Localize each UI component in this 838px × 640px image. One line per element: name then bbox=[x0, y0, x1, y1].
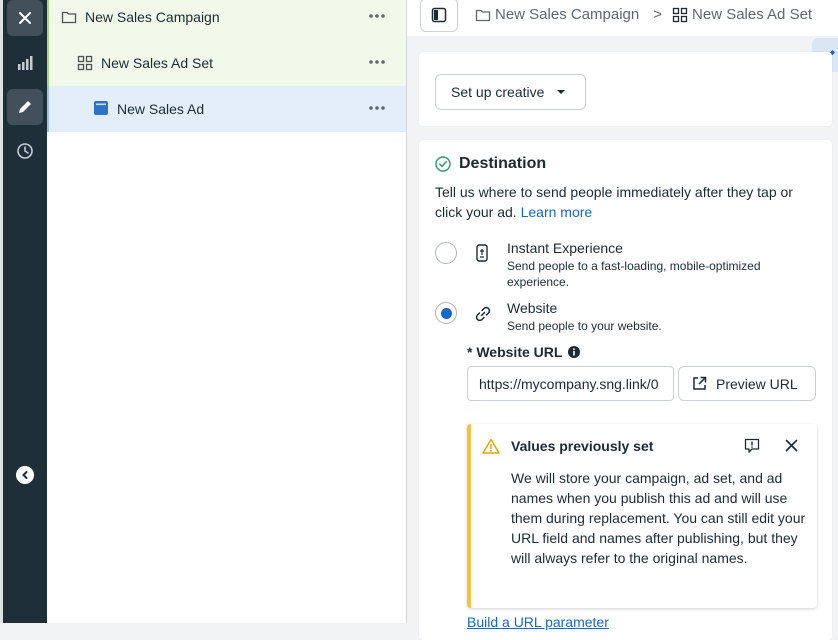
edit-button[interactable] bbox=[7, 89, 43, 125]
tree-item-adset[interactable]: New Sales Ad Set bbox=[47, 40, 406, 86]
caret-down-icon bbox=[557, 90, 566, 94]
link-icon bbox=[475, 306, 491, 322]
campaign-name: New Sales Campaign bbox=[85, 9, 220, 25]
feedback-icon[interactable] bbox=[744, 438, 760, 454]
breadcrumb-campaign[interactable]: New Sales Campaign bbox=[495, 6, 639, 23]
performance-button[interactable] bbox=[7, 45, 43, 81]
radio-selected-dot bbox=[440, 307, 452, 319]
destination-title: Destination bbox=[459, 155, 547, 172]
grid-icon bbox=[77, 55, 93, 71]
destination-description: Tell us where to send people immediately… bbox=[435, 182, 820, 222]
history-button[interactable] bbox=[7, 133, 43, 169]
close-icon[interactable] bbox=[785, 439, 798, 452]
tree-item-campaign[interactable]: New Sales Campaign bbox=[47, 0, 406, 40]
bar-chart-icon bbox=[18, 56, 33, 70]
set-up-creative-label: Set up creative bbox=[451, 84, 545, 100]
breadcrumb-separator: > bbox=[653, 6, 663, 23]
close-button[interactable] bbox=[7, 0, 43, 36]
grid-icon bbox=[672, 7, 688, 22]
instant-experience-radio[interactable] bbox=[435, 242, 457, 264]
website-subtitle: Send people to your website. bbox=[507, 319, 662, 333]
ad-name: New Sales Ad bbox=[117, 101, 205, 117]
sidebar-panel-icon bbox=[431, 7, 447, 23]
learn-more-link[interactable]: Learn more bbox=[521, 204, 593, 220]
collapse-button[interactable] bbox=[16, 466, 34, 484]
check-circle-icon bbox=[435, 156, 451, 172]
more-options-icon[interactable] bbox=[368, 9, 386, 23]
destination-description-text: Tell us where to send people immediately… bbox=[435, 184, 793, 220]
clock-icon bbox=[17, 143, 33, 159]
breadcrumb-adset[interactable]: New Sales Ad Set bbox=[692, 6, 812, 23]
set-up-creative-button[interactable]: Set up creative bbox=[435, 74, 586, 110]
breadcrumb: New Sales Campaign > New Sales Ad Set bbox=[475, 6, 812, 23]
instant-experience-title: Instant Experience bbox=[507, 240, 623, 256]
adset-name: New Sales Ad Set bbox=[101, 55, 214, 71]
more-options-icon[interactable] bbox=[368, 55, 386, 69]
pencil-icon bbox=[19, 101, 31, 113]
mobile-screen-icon bbox=[476, 244, 488, 262]
preview-url-label: Preview URL bbox=[716, 375, 798, 392]
website-radio[interactable] bbox=[435, 302, 457, 324]
preview-url-button[interactable]: Preview URL bbox=[678, 366, 816, 401]
campaign-tree: New Sales Campaign New Sales Ad Set New … bbox=[47, 0, 406, 623]
notice-body: We will store your campaign, ad set, and… bbox=[511, 470, 806, 566]
toggle-panel-button[interactable] bbox=[420, 0, 458, 32]
notice-title: Values previously set bbox=[511, 438, 654, 454]
tree-item-ad[interactable]: New Sales Ad bbox=[47, 86, 406, 132]
warning-icon bbox=[482, 438, 500, 454]
more-options-icon[interactable] bbox=[368, 101, 386, 115]
close-icon bbox=[19, 12, 31, 24]
panel-divider[interactable] bbox=[406, 0, 407, 623]
website-title: Website bbox=[507, 300, 558, 316]
folder-icon bbox=[61, 11, 77, 24]
instant-experience-subtitle: Send people to a fast-loading, mobile-op… bbox=[507, 259, 761, 289]
build-url-parameter-link[interactable]: Build a URL parameter bbox=[467, 614, 609, 630]
chevron-left-icon bbox=[22, 471, 28, 479]
folder-icon bbox=[475, 9, 491, 21]
external-link-icon bbox=[693, 376, 707, 390]
ad-icon bbox=[94, 101, 108, 115]
website-url-label: * Website URL bbox=[467, 344, 563, 360]
website-url-input[interactable]: https://mycompany.sng.link/0 bbox=[467, 366, 674, 401]
nav-rail bbox=[3, 0, 47, 623]
info-icon[interactable] bbox=[568, 346, 581, 358]
website-url-label-row: * Website URL bbox=[467, 344, 581, 360]
